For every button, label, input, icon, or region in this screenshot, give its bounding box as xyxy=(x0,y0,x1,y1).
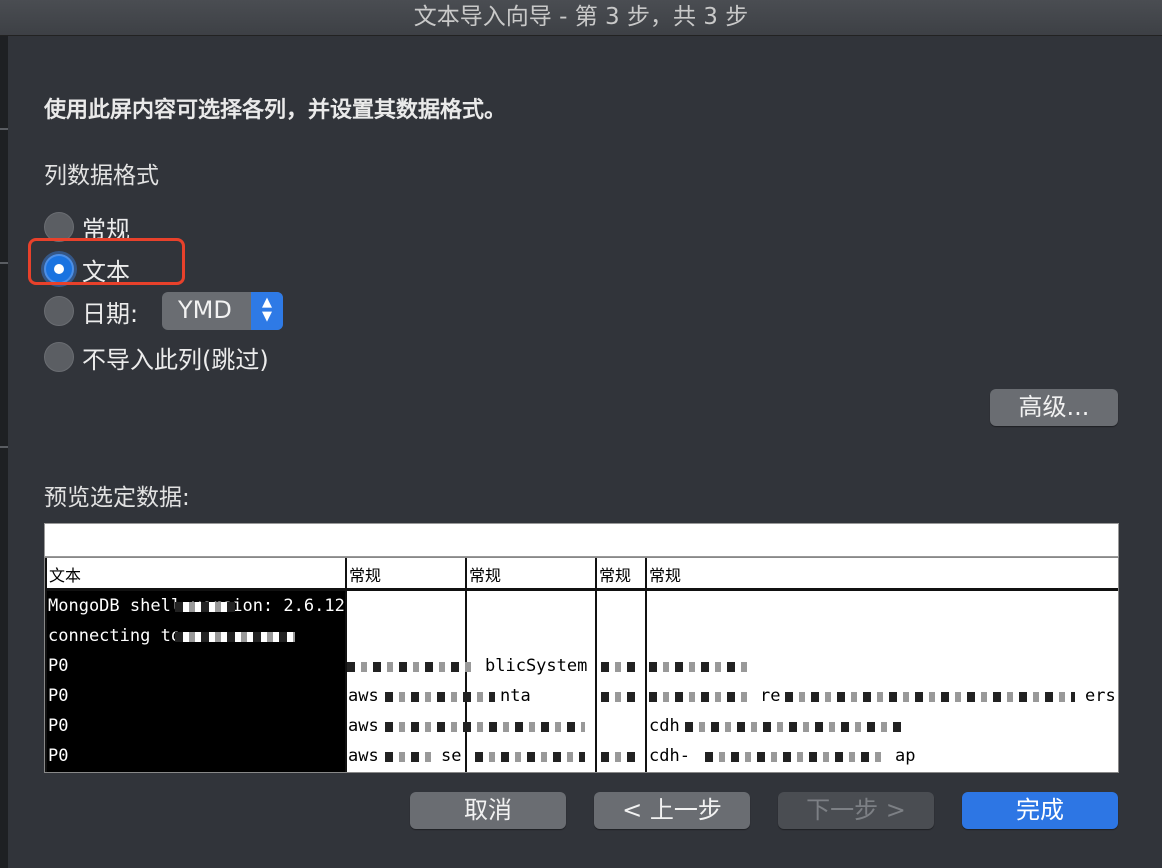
column-header[interactable]: 常规 xyxy=(349,562,381,586)
advanced-button[interactable]: 高级... xyxy=(990,389,1118,426)
window-title: 文本导入向导 - 第 3 步，共 3 步 xyxy=(0,0,1162,36)
redacted-block xyxy=(347,662,477,672)
edge-mark xyxy=(0,128,8,130)
preview-ruler xyxy=(44,523,1119,557)
selected-column-highlight xyxy=(45,591,345,772)
redacted-block xyxy=(649,692,749,702)
redacted-block xyxy=(685,722,905,732)
redacted-block xyxy=(601,752,641,762)
column-divider xyxy=(645,558,647,772)
table-cell: se xyxy=(441,746,462,766)
annotation-highlight-box xyxy=(28,238,185,285)
header-divider xyxy=(45,588,1118,591)
table-cell: P0 xyxy=(48,686,69,706)
redacted-block xyxy=(601,692,641,702)
redacted-block xyxy=(785,692,1075,702)
up-down-chevron-icon[interactable]: ▲ ▼ xyxy=(251,292,283,330)
table-cell: ap xyxy=(895,746,916,766)
redacted-block xyxy=(649,662,749,672)
table-cell: P0 xyxy=(48,746,69,766)
radio-button-icon[interactable] xyxy=(44,342,74,372)
column-header[interactable]: 常规 xyxy=(649,562,681,586)
table-cell: aws xyxy=(348,716,379,736)
redacted-block xyxy=(385,722,585,732)
table-cell: re xyxy=(760,686,781,706)
column-divider xyxy=(595,558,597,772)
finish-button[interactable]: 完成 xyxy=(962,792,1118,829)
redacted-block xyxy=(601,662,641,672)
preview-label: 预览选定数据: xyxy=(44,485,190,511)
table-cell: aws xyxy=(348,686,379,706)
instruction-text: 使用此屏内容可选择各列，并设置其数据格式。 xyxy=(44,98,507,123)
preview-table[interactable]: 文本 常规 常规 常规 常规 MongoDB shell version: 2.… xyxy=(44,557,1119,773)
redacted-block xyxy=(385,692,495,702)
date-format-select[interactable]: YMD ▲ ▼ xyxy=(162,292,283,330)
table-cell: nta xyxy=(500,686,531,706)
cancel-button[interactable]: 取消 xyxy=(410,792,566,829)
table-cell: P0 xyxy=(48,656,69,676)
back-button[interactable]: < 上一步 xyxy=(594,792,750,829)
table-cell: P0 xyxy=(48,716,69,736)
table-cell: cdh- xyxy=(649,746,690,766)
table-cell: ers xyxy=(1085,686,1116,706)
table-cell: blicSystem xyxy=(485,656,588,676)
background-window-edge xyxy=(0,36,8,868)
date-format-value: YMD xyxy=(178,296,232,324)
edge-mark xyxy=(0,262,8,264)
column-header[interactable]: 文本 xyxy=(49,562,81,586)
radio-skip[interactable]: 不导入此列(跳过) xyxy=(44,340,269,374)
radio-date-label: 日期: xyxy=(82,299,139,328)
next-button[interactable]: 下一步 > xyxy=(778,792,934,829)
radio-button-icon[interactable] xyxy=(44,296,74,326)
column-format-label: 列数据格式 xyxy=(44,163,159,189)
table-cell: cdh xyxy=(649,716,680,736)
column-header[interactable]: 常规 xyxy=(469,562,501,586)
table-cell: connecting to xyxy=(48,626,182,646)
column-header[interactable]: 常规 xyxy=(599,562,631,586)
redacted-block xyxy=(385,752,435,762)
redacted-block xyxy=(475,752,585,762)
column-divider xyxy=(45,558,47,772)
redacted-block xyxy=(705,752,885,762)
radio-skip-label: 不导入此列(跳过) xyxy=(82,345,269,374)
table-cell: aws xyxy=(348,746,379,766)
redacted-block xyxy=(175,632,295,642)
edge-mark xyxy=(0,446,8,448)
radio-date[interactable]: 日期: xyxy=(44,294,138,328)
redacted-block xyxy=(175,602,235,612)
